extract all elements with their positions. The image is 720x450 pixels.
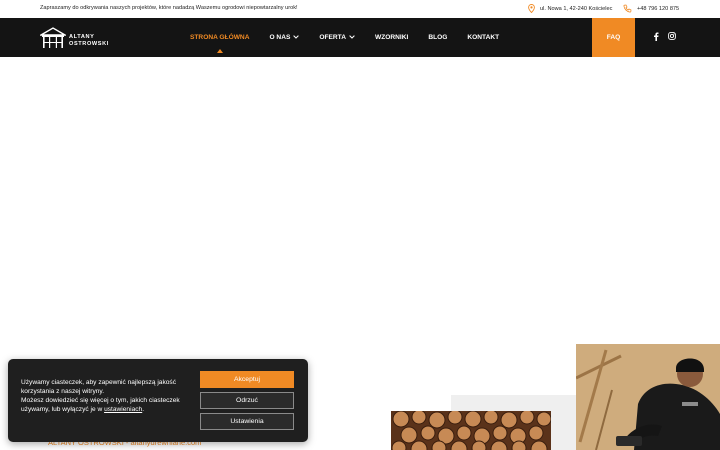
chevron-down-icon [349,34,355,41]
nav-item-about[interactable]: O NAS [269,34,300,41]
address-text: ul. Nowa 1, 42-240 Kościelec [540,5,613,12]
cookie-settings-button[interactable]: Ustawienia [200,413,294,430]
top-phone[interactable]: +48 796 120 875 [623,4,679,13]
nav-item-blog[interactable]: BLOG [428,34,447,41]
nav-item-label: BLOG [428,34,448,41]
nav-item-label: KONTAKT [467,34,500,41]
nav-item-home[interactable]: STRONA GŁÓWNA [190,34,250,53]
phone-icon [623,4,632,13]
active-indicator [216,49,223,53]
cookie-reject-button[interactable]: Odrzuć [200,392,294,409]
nav-item-label: OFERTA [319,34,346,41]
logo-line-2: OSTROWSKI [69,40,109,47]
page: Zapraszamy do odkrywania naszych projekt… [0,0,720,450]
top-address[interactable]: ul. Nowa 1, 42-240 Kościelec [528,4,612,13]
main-navigation: ALTANY OSTROWSKI STRONA GŁÓWNA O NAS OFE… [0,18,720,57]
nav-item-contact[interactable]: KONTAKT [467,34,499,41]
logo-wordmark: ALTANY OSTROWSKI [69,34,109,48]
phone-text: +48 796 120 875 [637,5,680,12]
carpenter-photo [576,344,720,450]
site-logo[interactable]: ALTANY OSTROWSKI [38,27,109,54]
facebook-icon[interactable] [653,32,659,43]
cookie-message: Używamy ciasteczek, aby zapewnić najleps… [21,378,181,414]
nav-item-label: STRONA GŁÓWNA [190,34,250,41]
nav-menu: STRONA GŁÓWNA O NAS OFERTA WZORNIKI BLOG [190,18,499,57]
top-bar: Zapraszamy do odkrywania naszych projekt… [0,0,720,18]
nav-item-offer[interactable]: OFERTA [319,34,355,41]
logo-line-1: ALTANY [69,33,95,40]
chevron-down-icon [293,34,300,41]
instagram-icon[interactable] [668,32,676,42]
cookie-text-1: Używamy ciasteczek, aby zapewnić najleps… [21,379,177,395]
nav-item-label: O NAS [269,34,291,41]
faq-button[interactable]: FAQ [592,18,635,57]
cookie-accept-button[interactable]: Akceptuj [200,371,294,388]
cookie-text-tail: . [142,406,145,413]
firewood-photo [391,411,551,450]
nav-item-label: WZORNIKI [374,34,409,41]
map-pin-icon [528,4,535,13]
cookie-settings-link[interactable]: ustawieniach [104,406,142,413]
cookie-text-2: Możesz dowiedzieć się więcej o tym, jaki… [21,397,180,413]
nav-item-patterns[interactable]: WZORNIKI [375,34,408,41]
top-tagline: Zapraszamy do odkrywania naszych projekt… [40,5,298,11]
gazebo-logo-icon [38,27,68,54]
